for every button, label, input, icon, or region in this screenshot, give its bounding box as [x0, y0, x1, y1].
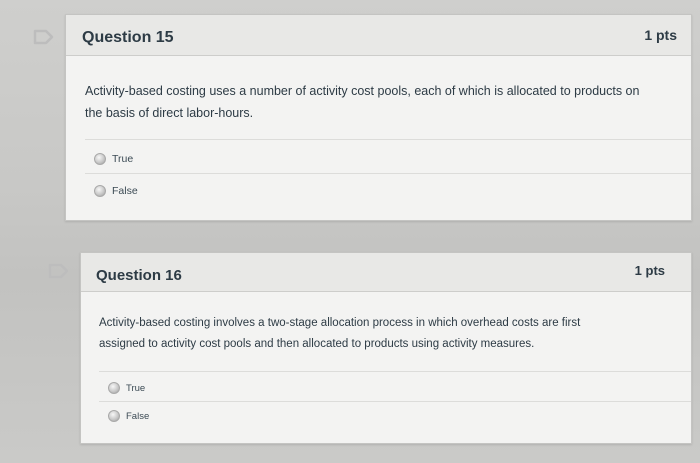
question-text-line-1: Activity-based costing involves a two-st… [99, 317, 581, 329]
answer-label: True [126, 382, 146, 394]
question-text-line-1: Activity-based costing uses a number of … [85, 84, 640, 98]
question-header: Question 16 1 pts [81, 253, 691, 292]
divider [85, 139, 691, 140]
question-points: 1 pts [644, 27, 677, 43]
divider [99, 401, 691, 402]
question-card-15: Question 15 1 pts Activity-based costing… [65, 14, 692, 221]
question-text: Activity-based costing involves a two-st… [99, 313, 679, 355]
question-title: Question 15 [82, 29, 174, 46]
bookmark-flag-icon[interactable] [33, 29, 55, 45]
divider [85, 173, 691, 174]
radio-button[interactable] [94, 153, 106, 165]
answer-label: True [112, 153, 134, 165]
question-points: 1 pts [634, 263, 665, 278]
question-card-16: Question 16 1 pts Activity-based costing… [80, 252, 692, 444]
answer-option-false[interactable]: False [94, 185, 138, 197]
divider [99, 371, 691, 372]
radio-button[interactable] [108, 382, 120, 394]
answer-option-true[interactable]: True [108, 382, 145, 394]
radio-button[interactable] [108, 410, 120, 422]
question-text-line-2: assigned to activity cost pools and then… [99, 338, 535, 350]
radio-button[interactable] [94, 185, 106, 197]
answer-option-true[interactable]: True [94, 153, 133, 165]
answer-label: False [126, 410, 150, 422]
answer-label: False [112, 185, 138, 197]
question-header: Question 15 1 pts [66, 15, 691, 56]
answer-option-false[interactable]: False [108, 410, 149, 422]
question-text-line-2: the basis of direct labor-hours. [85, 106, 254, 120]
bookmark-flag-icon[interactable] [48, 263, 70, 279]
question-title: Question 16 [96, 267, 182, 284]
question-text: Activity-based costing uses a number of … [85, 80, 680, 124]
